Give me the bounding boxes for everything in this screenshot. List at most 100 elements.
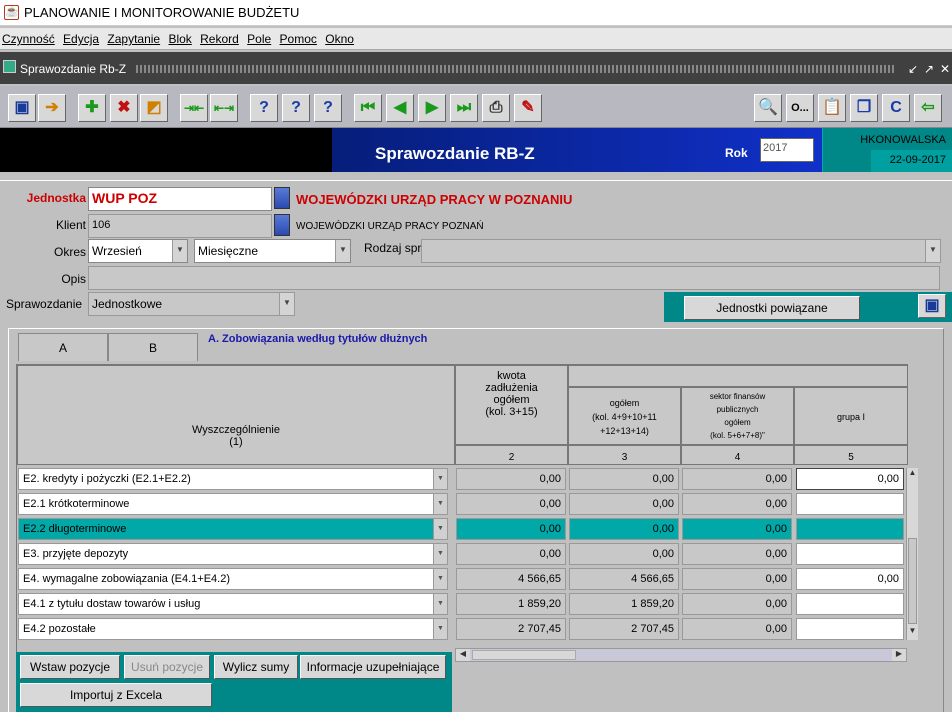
chevron-down-icon[interactable]: ▼ bbox=[172, 240, 187, 262]
edit-icon[interactable]: ✎ bbox=[514, 94, 542, 122]
c-icon[interactable]: C bbox=[882, 94, 910, 122]
cell-c3[interactable]: 0,00 bbox=[569, 543, 679, 565]
chevron-down-icon[interactable]: ▼ bbox=[433, 594, 447, 614]
close-icon[interactable]: ✕ bbox=[938, 62, 952, 76]
previous-record-icon[interactable]: ◀ bbox=[386, 94, 414, 122]
menu-pomoc[interactable]: Pomoc bbox=[278, 28, 320, 46]
cell-c4[interactable]: 0,00 bbox=[682, 493, 792, 515]
menu-czynnosc[interactable]: Czynność bbox=[0, 28, 58, 46]
table-row-label[interactable]: E2. kredyty i pożyczki (E2.1+E2.2) ▼ bbox=[18, 468, 448, 490]
chevron-down-icon[interactable]: ▼ bbox=[925, 240, 940, 262]
table-row-label[interactable]: E2.1 krótkoterminowe ▼ bbox=[18, 493, 448, 515]
menu-edycja[interactable]: Edycja bbox=[61, 28, 102, 46]
delete-record-icon[interactable]: ✖ bbox=[110, 94, 138, 122]
cell-c3[interactable]: 0,00 bbox=[569, 468, 679, 490]
chevron-down-icon[interactable]: ▼ bbox=[279, 293, 294, 315]
tab-b[interactable]: B bbox=[108, 333, 198, 361]
cell-c4[interactable]: 0,00 bbox=[682, 543, 792, 565]
clear-record-icon[interactable]: ◩ bbox=[140, 94, 168, 122]
menu-blok[interactable]: Blok bbox=[166, 28, 194, 46]
chevron-down-icon[interactable]: ▼ bbox=[433, 569, 447, 589]
cell-c3[interactable]: 2 707,45 bbox=[569, 618, 679, 640]
chevron-down-icon[interactable]: ▼ bbox=[335, 240, 350, 262]
first-record-icon[interactable]: ⏮ bbox=[354, 94, 382, 122]
save-icon[interactable]: ▣ bbox=[8, 94, 36, 122]
next-record-icon[interactable]: ▶ bbox=[418, 94, 446, 122]
menu-okno[interactable]: Okno bbox=[323, 28, 357, 46]
cell-c4[interactable]: 0,00 bbox=[682, 618, 792, 640]
importuj-z-excela-button[interactable]: Importuj z Excela bbox=[20, 683, 212, 707]
cell-c2[interactable]: 0,00 bbox=[456, 468, 566, 490]
cell-c2[interactable]: 0,00 bbox=[456, 518, 566, 540]
opis-input[interactable] bbox=[88, 266, 940, 290]
chevron-down-icon[interactable]: ▼ bbox=[433, 519, 447, 539]
cell-c5[interactable]: 0,00 bbox=[796, 468, 904, 490]
sprawozdanie-select[interactable]: Jednostkowe ▼ bbox=[88, 292, 295, 316]
chevron-down-icon[interactable]: ▼ bbox=[433, 494, 447, 514]
klient-code-input[interactable]: 106 bbox=[88, 214, 272, 238]
cell-c5[interactable] bbox=[796, 493, 904, 515]
vertical-scroll-thumb[interactable] bbox=[908, 538, 917, 624]
scroll-left-icon[interactable]: ◀ bbox=[456, 649, 470, 661]
cell-c2[interactable]: 0,00 bbox=[456, 543, 566, 565]
windows-icon[interactable]: ❐ bbox=[850, 94, 878, 122]
rodzaj-select[interactable]: ▼ bbox=[421, 239, 941, 263]
cell-c4[interactable]: 0,00 bbox=[682, 468, 792, 490]
cell-c5[interactable] bbox=[796, 618, 904, 640]
cell-c2[interactable]: 4 566,65 bbox=[456, 568, 566, 590]
cell-c3[interactable]: 0,00 bbox=[569, 493, 679, 515]
chevron-down-icon[interactable]: ▼ bbox=[433, 619, 447, 639]
cell-c5[interactable] bbox=[796, 518, 904, 540]
wstaw-pozycje-button[interactable]: Wstaw pozycje bbox=[20, 655, 120, 679]
table-row-label[interactable]: E3. przyjęte depozyty ▼ bbox=[18, 543, 448, 565]
okres-month-select[interactable]: Wrzesień ▼ bbox=[88, 239, 188, 263]
table-row-label[interactable]: E4.1 z tytułu dostaw towarów i usług ▼ bbox=[18, 593, 448, 615]
print-icon[interactable]: ⎙ bbox=[482, 94, 510, 122]
table-row-label-selected[interactable]: E2.2 długoterminowe ▼ bbox=[18, 518, 448, 540]
okres-type-select[interactable]: Miesięczne ▼ bbox=[194, 239, 351, 263]
menu-rekord[interactable]: Rekord bbox=[198, 28, 242, 46]
collapse-icon[interactable]: ⇥⇤ bbox=[180, 94, 208, 122]
scroll-down-icon[interactable]: ▼ bbox=[907, 626, 918, 638]
wylicz-sumy-button[interactable]: Wylicz sumy bbox=[214, 655, 298, 679]
horizontal-scroll-thumb[interactable] bbox=[472, 650, 576, 660]
other-button[interactable]: O... bbox=[786, 94, 814, 122]
vertical-scrollbar[interactable]: ▲ ▼ bbox=[906, 468, 918, 640]
cell-c5[interactable]: 0,00 bbox=[796, 568, 904, 590]
cell-c3[interactable]: 1 859,20 bbox=[569, 593, 679, 615]
cell-c2[interactable]: 0,00 bbox=[456, 493, 566, 515]
execute-query-icon[interactable]: ? bbox=[282, 94, 310, 122]
informacje-uzupelniajace-button[interactable]: Informacje uzupełniające bbox=[300, 655, 446, 679]
chevron-down-icon[interactable]: ▼ bbox=[433, 469, 447, 489]
menu-zapytanie[interactable]: Zapytanie bbox=[105, 28, 163, 46]
cell-c5[interactable] bbox=[796, 543, 904, 565]
maximize-icon[interactable]: ↗ bbox=[922, 62, 936, 76]
scroll-up-icon[interactable]: ▲ bbox=[907, 468, 918, 480]
table-row-label[interactable]: E4. wymagalne zobowiązania (E4.1+E4.2) ▼ bbox=[18, 568, 448, 590]
usun-pozycje-button[interactable]: Usuń pozycje bbox=[124, 655, 210, 679]
expand-icon[interactable]: ⇤⇥ bbox=[210, 94, 238, 122]
query-icon[interactable]: ? bbox=[250, 94, 278, 122]
save-small-icon[interactable]: ▣ bbox=[918, 294, 946, 318]
jednostka-code-input[interactable]: WUP POZ bbox=[88, 187, 272, 211]
rok-input[interactable]: 2017 bbox=[760, 138, 814, 162]
minimize-icon[interactable]: ↙ bbox=[906, 62, 920, 76]
scroll-right-icon[interactable]: ▶ bbox=[892, 649, 906, 661]
last-record-icon[interactable]: ⏭ bbox=[450, 94, 478, 122]
cell-c4[interactable]: 0,00 bbox=[682, 568, 792, 590]
menu-pole[interactable]: Pole bbox=[245, 28, 274, 46]
search-doc-icon[interactable]: 🔍 bbox=[754, 94, 782, 122]
insert-record-icon[interactable]: ✚ bbox=[78, 94, 106, 122]
cell-c4[interactable]: 0,00 bbox=[682, 518, 792, 540]
count-query-icon[interactable]: ? bbox=[314, 94, 342, 122]
cell-c3[interactable]: 0,00 bbox=[569, 518, 679, 540]
exit-icon[interactable]: ➔ bbox=[38, 94, 66, 122]
cell-c3[interactable]: 4 566,65 bbox=[569, 568, 679, 590]
chevron-down-icon[interactable]: ▼ bbox=[433, 544, 447, 564]
klient-lov-icon[interactable] bbox=[274, 214, 290, 236]
cell-c5[interactable] bbox=[796, 593, 904, 615]
tab-a[interactable]: A bbox=[18, 333, 108, 361]
clipboard-icon[interactable]: 📋 bbox=[818, 94, 846, 122]
table-row-label[interactable]: E4.2 pozostałe ▼ bbox=[18, 618, 448, 640]
jednostka-lov-icon[interactable] bbox=[274, 187, 290, 209]
